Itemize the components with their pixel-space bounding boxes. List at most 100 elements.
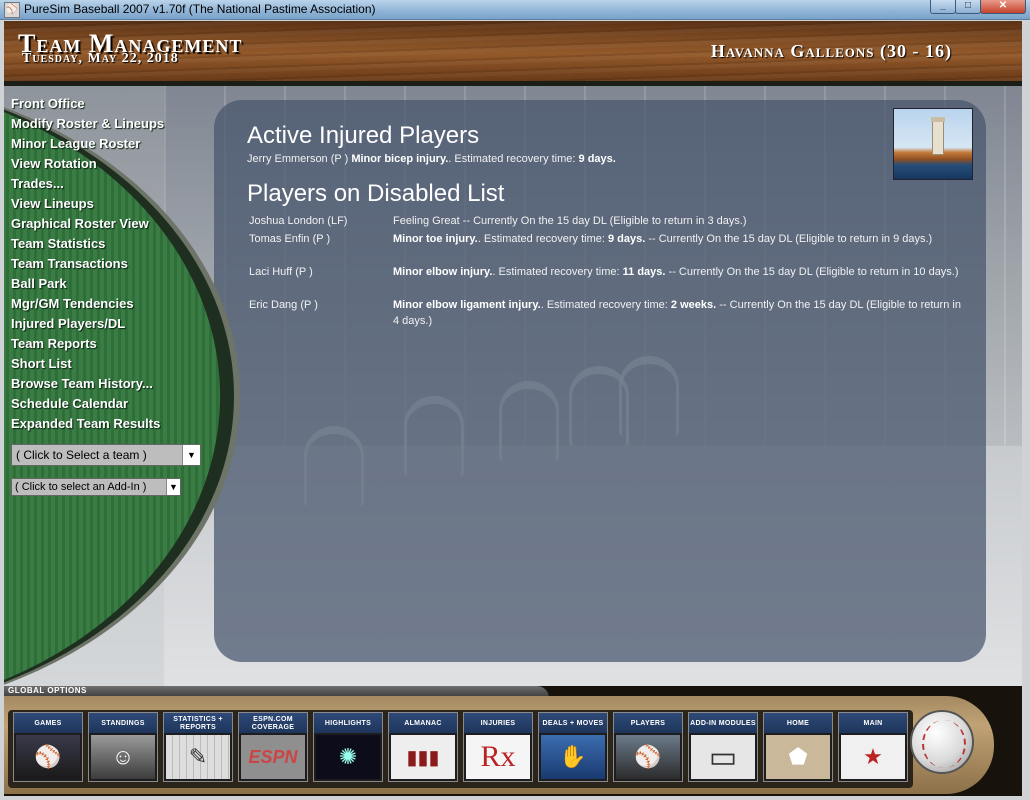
chevron-down-icon[interactable]: ▼ bbox=[182, 445, 200, 465]
app-icon: ⚾ bbox=[4, 2, 20, 18]
status-text: -- Currently On the 15 day DL (Eligible … bbox=[665, 266, 959, 278]
dl-status: Minor elbow injury.. Estimated recovery … bbox=[393, 264, 963, 280]
button-label: ESPN.COM COVERAGE bbox=[239, 713, 307, 733]
status-text: -- Currently On the 15 day DL (Eligible … bbox=[645, 233, 933, 245]
global-options-bar: Global Options GAMES ⚾ STANDINGS ☺ STATI… bbox=[4, 686, 1022, 796]
sidebar-item-team-history[interactable]: Browse Team History... bbox=[11, 374, 164, 394]
games-button[interactable]: GAMES ⚾ bbox=[13, 712, 83, 782]
button-label: HOME bbox=[764, 713, 832, 733]
dl-status: Minor toe injury.. Estimated recovery ti… bbox=[393, 231, 963, 247]
page-header: Team Management Tuesday, May 22, 2018 Ha… bbox=[4, 21, 1022, 81]
team-name-record: Havanna Galleons (30 - 16) bbox=[710, 41, 952, 61]
home-button[interactable]: HOME ⬟ bbox=[763, 712, 833, 782]
window-title: PureSim Baseball 2007 v1.70f (The Nation… bbox=[24, 2, 376, 16]
main-button[interactable]: MAIN ★ bbox=[838, 712, 908, 782]
button-label: ALMANAC bbox=[389, 713, 457, 733]
player-name[interactable]: Jerry Emmerson (P ) bbox=[247, 153, 348, 165]
add-in-modules-button[interactable]: ADD-IN MODULES ▭ bbox=[688, 712, 758, 782]
rx-icon: Rx bbox=[466, 735, 530, 779]
injury-description: Minor elbow injury. bbox=[393, 266, 493, 278]
statistics-icon: ✎ bbox=[166, 735, 230, 779]
disabled-list-heading: Players on Disabled List bbox=[247, 180, 505, 207]
injury-report: Active Injured Players Jerry Emmerson (P… bbox=[247, 122, 616, 208]
injury-description: Minor elbow ligament injury. bbox=[393, 299, 541, 311]
sidebar: Front Office Modify Roster & Lineups Min… bbox=[4, 86, 244, 686]
sidebar-item-tendencies[interactable]: Mgr/GM Tendencies bbox=[11, 294, 164, 314]
sidebar-item-view-rotation[interactable]: View Rotation bbox=[11, 154, 164, 174]
handshake-icon: ✋ bbox=[541, 735, 605, 779]
button-label: PLAYERS bbox=[614, 713, 682, 733]
sidebar-item-team-statistics[interactable]: Team Statistics bbox=[11, 234, 164, 254]
team-select-dropdown[interactable]: ( Click to Select a team ) ▼ bbox=[11, 444, 201, 466]
sidebar-item-ball-park[interactable]: Ball Park bbox=[11, 274, 164, 294]
espn-icon: ESPN bbox=[241, 735, 305, 779]
sidebar-item-schedule-calendar[interactable]: Schedule Calendar bbox=[11, 394, 164, 414]
manager-icon: ☺ bbox=[91, 735, 155, 779]
button-label: GAMES bbox=[14, 713, 82, 733]
espn-coverage-button[interactable]: ESPN.COM COVERAGE ESPN bbox=[238, 712, 308, 782]
status-text: . Estimated recovery time: bbox=[492, 266, 623, 278]
recovery-time: 2 weeks. bbox=[670, 299, 717, 311]
chevron-down-icon[interactable]: ▼ bbox=[166, 479, 180, 495]
baseball-icon bbox=[910, 710, 974, 774]
button-label: MAIN bbox=[839, 713, 907, 733]
sidebar-item-view-lineups[interactable]: View Lineups bbox=[11, 194, 164, 214]
statistics-reports-button[interactable]: STATISTICS + REPORTS ✎ bbox=[163, 712, 233, 782]
recovery-time: 9 days. bbox=[578, 153, 616, 165]
sidebar-item-short-list[interactable]: Short List bbox=[11, 354, 164, 374]
team-logo-image bbox=[893, 108, 973, 180]
button-label: STATISTICS + REPORTS bbox=[164, 713, 232, 733]
books-icon: ▮▮▮ bbox=[391, 735, 455, 779]
player-name[interactable]: Eric Dang (P ) bbox=[249, 297, 389, 313]
status-text: Feeling Great -- Currently On the 15 day… bbox=[393, 215, 747, 227]
injury-description: Minor toe injury. bbox=[393, 233, 478, 245]
addin-select-value: ( Click to select an Add-In ) bbox=[15, 481, 147, 493]
player-name[interactable]: Joshua London (LF) bbox=[249, 213, 389, 229]
team-select-value: ( Click to Select a team ) bbox=[16, 448, 147, 462]
dl-row: Laci Huff (P ) Minor elbow injury.. Esti… bbox=[249, 264, 969, 296]
sidebar-item-injured-players[interactable]: Injured Players/DL bbox=[11, 314, 164, 334]
button-label: INJURIES bbox=[464, 713, 532, 733]
player-name[interactable]: Tomas Enfin (P ) bbox=[249, 231, 389, 247]
player-name[interactable]: Laci Huff (P ) bbox=[249, 264, 389, 280]
addin-select-dropdown[interactable]: ( Click to select an Add-In ) ▼ bbox=[11, 478, 181, 496]
injuries-button[interactable]: INJURIES Rx bbox=[463, 712, 533, 782]
highlights-button[interactable]: HIGHLIGHTS ✺ bbox=[313, 712, 383, 782]
laptop-icon: ▭ bbox=[691, 735, 755, 779]
current-date: Tuesday, May 22, 2018 bbox=[22, 51, 179, 66]
sidebar-item-trades[interactable]: Trades... bbox=[11, 174, 164, 194]
almanac-button[interactable]: ALMANAC ▮▮▮ bbox=[388, 712, 458, 782]
baseball-seam bbox=[922, 720, 966, 768]
batter-icon: ⚾ bbox=[616, 735, 680, 779]
recovery-label: . Estimated recovery time: bbox=[448, 153, 576, 165]
injured-player-row: Jerry Emmerson (P ) Minor bicep injury..… bbox=[247, 152, 616, 166]
pitcher-icon: ⚾ bbox=[16, 735, 80, 779]
button-label: DEALS + MOVES bbox=[539, 713, 607, 733]
sidebar-item-minor-league-roster[interactable]: Minor League Roster bbox=[11, 134, 164, 154]
players-button[interactable]: PLAYERS ⚾ bbox=[613, 712, 683, 782]
dl-row: Joshua London (LF) Feeling Great -- Curr… bbox=[249, 213, 969, 229]
minimize-button[interactable]: _ bbox=[930, 0, 956, 14]
sidebar-item-modify-roster[interactable]: Modify Roster & Lineups bbox=[11, 114, 164, 134]
sidebar-nav: Front Office Modify Roster & Lineups Min… bbox=[11, 94, 164, 434]
close-button[interactable]: ✕ bbox=[980, 0, 1026, 14]
sidebar-item-expanded-results[interactable]: Expanded Team Results bbox=[11, 414, 164, 434]
dl-status: Minor elbow ligament injury.. Estimated … bbox=[393, 297, 963, 329]
main-logo-icon: ★ bbox=[841, 735, 905, 779]
deals-moves-button[interactable]: DEALS + MOVES ✋ bbox=[538, 712, 608, 782]
fireworks-icon: ✺ bbox=[316, 735, 380, 779]
sidebar-item-graphical-roster[interactable]: Graphical Roster View bbox=[11, 214, 164, 234]
sidebar-item-team-transactions[interactable]: Team Transactions bbox=[11, 254, 164, 274]
button-label: STANDINGS bbox=[89, 713, 157, 733]
maximize-button[interactable]: □ bbox=[955, 0, 981, 14]
standings-button[interactable]: STANDINGS ☺ bbox=[88, 712, 158, 782]
sidebar-item-team-reports[interactable]: Team Reports bbox=[11, 334, 164, 354]
status-text: . Estimated recovery time: bbox=[477, 233, 608, 245]
lighthouse-icon bbox=[931, 117, 945, 155]
injury-description: Minor bicep injury. bbox=[351, 153, 449, 165]
active-injured-heading: Active Injured Players bbox=[247, 122, 480, 149]
button-label: HIGHLIGHTS bbox=[314, 713, 382, 733]
recovery-time: 11 days. bbox=[622, 266, 666, 278]
dl-row: Tomas Enfin (P ) Minor toe injury.. Esti… bbox=[249, 231, 969, 263]
sidebar-item-front-office[interactable]: Front Office bbox=[11, 94, 164, 114]
